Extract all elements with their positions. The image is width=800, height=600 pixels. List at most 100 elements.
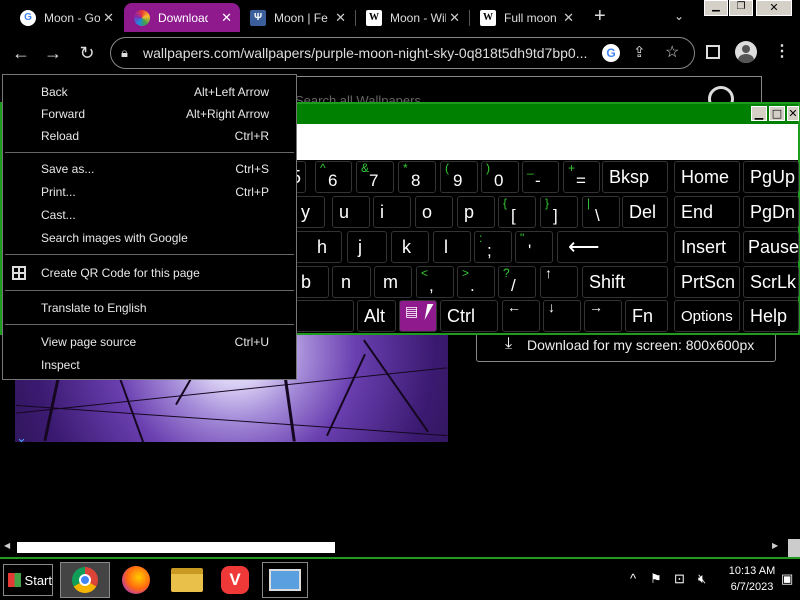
key-9[interactable]: (9	[440, 161, 478, 193]
key-ctrl[interactable]: Ctrl	[440, 300, 498, 332]
menu-item-forward[interactable]: Forward Alt+Right Arrow	[3, 103, 296, 126]
key-help[interactable]: Help	[743, 300, 799, 332]
close-tab-icon[interactable]: ✕	[221, 10, 232, 26]
key-0[interactable]: ) 0	[481, 161, 519, 193]
menu-item-print[interactable]: Print... Ctrl+P	[3, 181, 296, 204]
menu-item-cast[interactable]: Cast...	[3, 204, 296, 227]
taskbar-file-manager[interactable]	[165, 562, 209, 598]
reload-icon[interactable]: ↻	[76, 42, 98, 64]
network-icon[interactable]: ⊡	[674, 571, 685, 587]
tab-download[interactable]: Download ✕	[124, 3, 240, 32]
back-arrow-icon[interactable]: ←	[10, 42, 32, 64]
key-left-bracket[interactable]: {[	[498, 196, 536, 228]
system-clock[interactable]: 10:13 AM 6/7/2023	[722, 563, 782, 595]
key-comma[interactable]: <,	[416, 266, 454, 298]
menu-item-inspect[interactable]: Inspect	[3, 353, 296, 376]
close-tab-icon[interactable]: ✕	[563, 10, 574, 26]
close-tab-icon[interactable]: ✕	[335, 10, 346, 26]
tab-google[interactable]: G Moon - Google ✕	[10, 3, 122, 32]
key-h[interactable]: h	[294, 231, 342, 263]
key-del[interactable]: Del	[622, 196, 668, 228]
forward-arrow-icon[interactable]: →	[42, 42, 64, 64]
key-u[interactable]: u	[332, 196, 370, 228]
menu-item-search-images-google[interactable]: Search images with Google	[3, 227, 296, 250]
key-blank[interactable]	[294, 300, 354, 332]
key-7[interactable]: & 7	[356, 161, 394, 193]
key-shift[interactable]: Shift	[582, 266, 668, 298]
menu-item-reload[interactable]: Reload Ctrl+R	[3, 126, 296, 149]
tab-search-chevron-icon[interactable]: ⌄	[674, 9, 684, 23]
key-8[interactable]: * 8	[398, 161, 436, 193]
key-i[interactable]: i	[373, 196, 411, 228]
key-home[interactable]: Home	[674, 161, 740, 193]
key-down-arrow[interactable]: ↓	[543, 299, 581, 332]
key-semicolon[interactable]: :;	[474, 231, 512, 263]
key-enter[interactable]: ⟵	[557, 231, 668, 263]
key-minus[interactable]: _ -	[522, 161, 559, 193]
side-panel-icon[interactable]	[706, 45, 720, 59]
key-y[interactable]: y	[294, 196, 325, 228]
key-period[interactable]: >.	[457, 266, 495, 298]
key-backspace[interactable]: Bksp	[602, 161, 668, 193]
keyboard-close-icon[interactable]: ✕	[787, 106, 799, 121]
key-pause[interactable]: Pause	[743, 231, 799, 263]
key-fn[interactable]: Fn	[625, 300, 668, 332]
tray-chevron-icon[interactable]: ^	[630, 571, 636, 586]
restore-icon[interactable]: ❐	[729, 0, 753, 16]
key-up-arrow[interactable]: ↑	[540, 265, 578, 298]
menu-item-create-qr-code[interactable]: Create QR Code for this page	[3, 261, 296, 284]
scroll-left-icon[interactable]: ◀	[4, 541, 10, 550]
key-j[interactable]: j	[347, 231, 387, 263]
menu-item-back[interactable]: Back Alt+Left Arrow	[3, 80, 296, 103]
key-m[interactable]: m	[374, 266, 412, 298]
key-options[interactable]: Options	[674, 300, 740, 332]
start-button[interactable]: Start	[3, 564, 53, 596]
menu-item-view-page-source[interactable]: View page source Ctrl+U	[3, 330, 296, 353]
key-right-arrow[interactable]: →	[584, 299, 622, 332]
keyboard-minimize-icon[interactable]: ▁	[751, 106, 767, 121]
horizontal-scrollbar[interactable]: ◀ ▶	[0, 539, 800, 555]
key-insert[interactable]: Insert	[674, 231, 740, 263]
tab-wikipedia[interactable]: W Moon - Wikipedia ✕	[356, 3, 468, 32]
key-end[interactable]: End	[674, 196, 740, 228]
volume-muted-icon[interactable]: 🔇︎	[698, 571, 706, 587]
key-6[interactable]: ^ 6	[315, 161, 352, 193]
tab-moon-fen[interactable]: Ψ Moon | Fen ✕	[240, 3, 354, 32]
new-tab-icon[interactable]: +	[594, 5, 606, 28]
taskbar-vivaldi[interactable]: V	[213, 562, 257, 598]
show-desktop-icon[interactable]: ▣	[781, 571, 793, 587]
key-l[interactable]: l	[433, 231, 471, 263]
scrollbar-thumb[interactable]	[17, 542, 335, 553]
key-alt[interactable]: Alt	[357, 300, 396, 332]
close-tab-icon[interactable]: ✕	[103, 10, 114, 26]
profile-avatar-icon[interactable]	[735, 41, 757, 63]
keyboard-maximize-icon[interactable]: □	[769, 106, 785, 121]
address-bar[interactable]: 🔒︎ wallpapers.com/wallpapers/purple-moon…	[110, 37, 695, 69]
tab-full-moon[interactable]: W Full moon ✕	[470, 3, 582, 32]
key-pgup[interactable]: PgUp	[743, 161, 799, 193]
taskbar-firefox[interactable]	[114, 562, 158, 598]
key-equals[interactable]: + =	[563, 161, 600, 193]
share-icon[interactable]: ⇪	[633, 43, 646, 61]
taskbar-remote-desktop[interactable]	[262, 562, 308, 598]
key-b[interactable]: b	[294, 266, 329, 298]
close-tab-icon[interactable]: ✕	[449, 10, 460, 26]
google-lens-icon[interactable]: G	[602, 44, 620, 62]
bookmark-star-icon[interactable]: ☆	[665, 42, 679, 62]
menu-item-save-as[interactable]: Save as... Ctrl+S	[3, 158, 296, 181]
taskbar-chrome[interactable]	[60, 562, 110, 598]
key-quote[interactable]: " '	[515, 231, 553, 263]
menu-kebab-icon[interactable]: ⋮	[774, 41, 790, 61]
key-p[interactable]: p	[457, 196, 495, 228]
key-n[interactable]: n	[332, 266, 371, 298]
key-left-arrow[interactable]: ←	[502, 299, 540, 332]
action-center-flag-icon[interactable]: ⚑	[650, 571, 662, 587]
key-pgdn[interactable]: PgDn	[743, 196, 799, 228]
menu-item-translate[interactable]: Translate to English	[3, 296, 296, 319]
key-o[interactable]: o	[415, 196, 453, 228]
key-backslash[interactable]: | \	[582, 196, 620, 228]
close-window-icon[interactable]: ✕	[756, 0, 792, 16]
key-prtscn[interactable]: PrtScn	[674, 266, 740, 298]
scroll-right-icon[interactable]: ▶	[772, 541, 778, 550]
key-slash[interactable]: ? /	[498, 266, 536, 298]
